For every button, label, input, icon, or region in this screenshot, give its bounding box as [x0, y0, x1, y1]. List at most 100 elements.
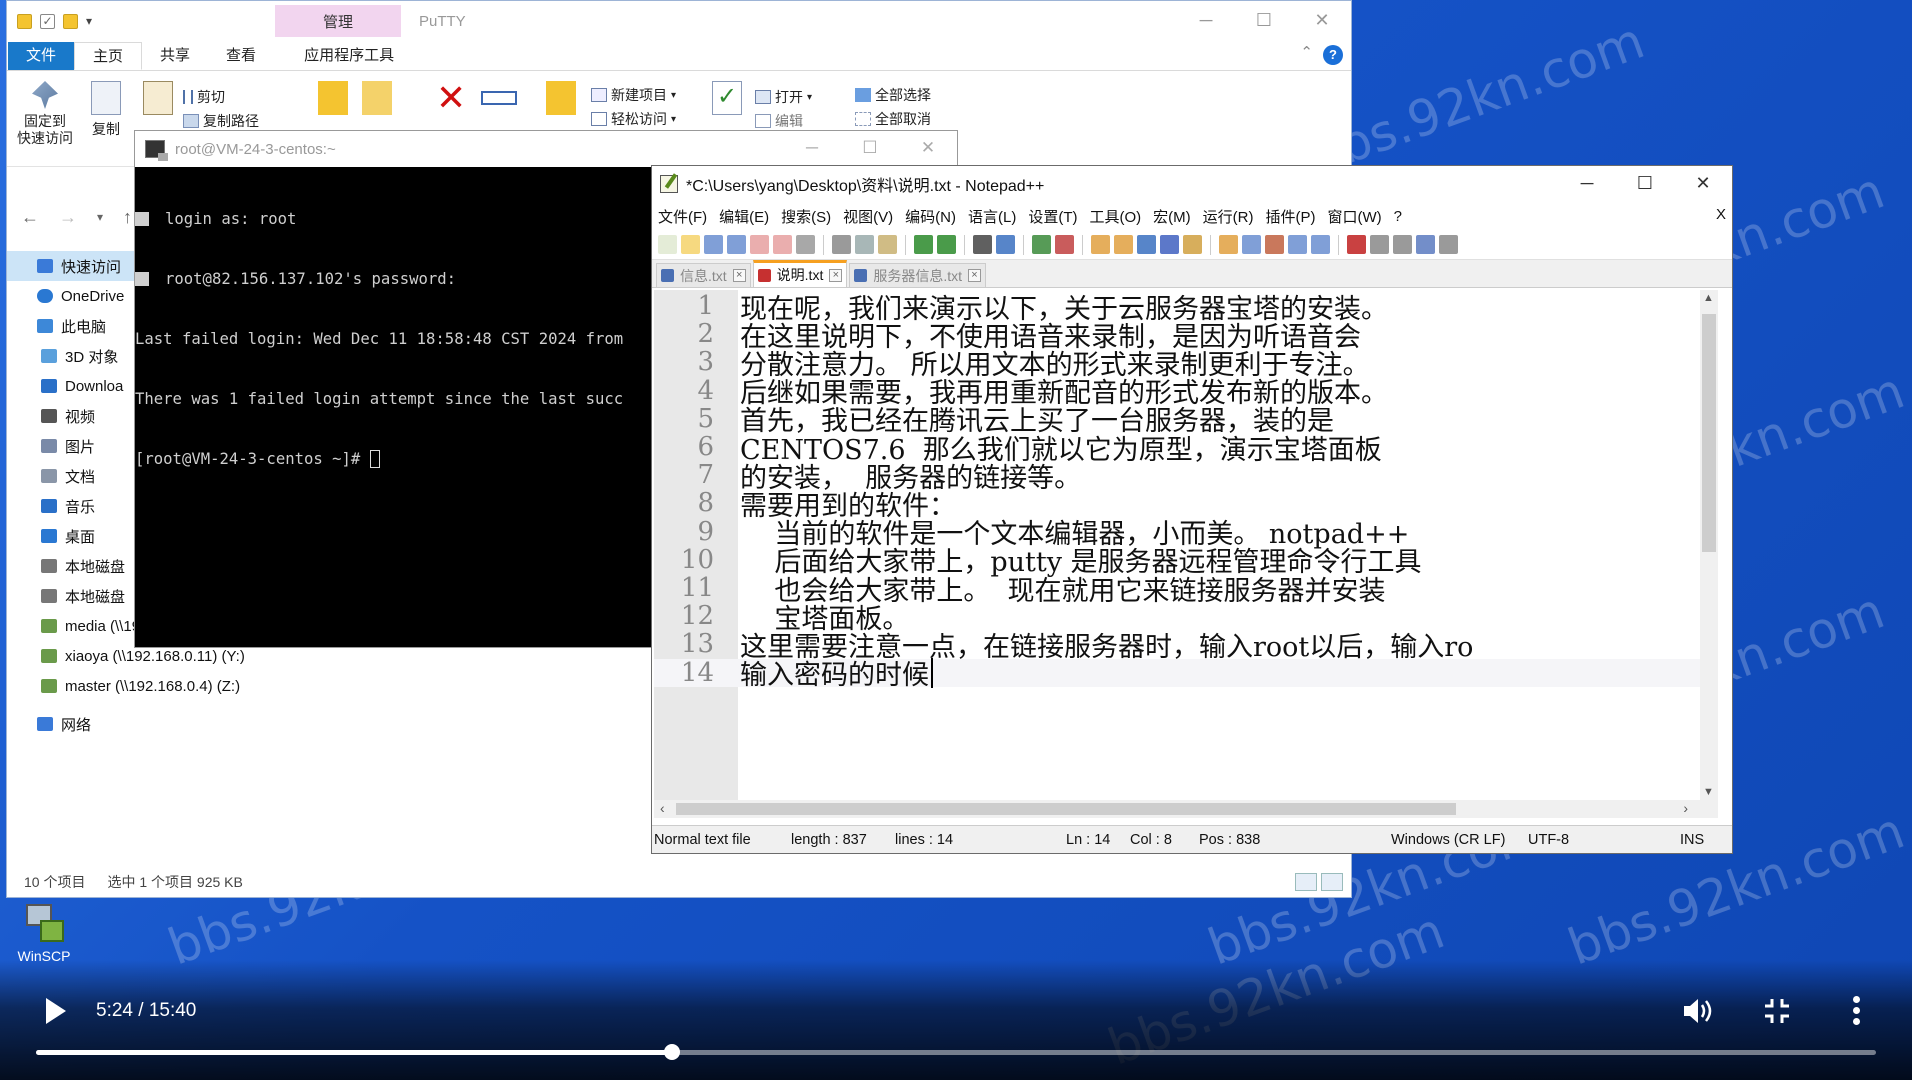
- tab-home[interactable]: 主页: [74, 42, 143, 70]
- maximize-button[interactable]: ☐: [1235, 1, 1293, 41]
- forward-arrow-icon[interactable]: →: [59, 207, 77, 228]
- minimize-button[interactable]: ─: [1177, 1, 1235, 41]
- close-tab-icon[interactable]: ×: [968, 269, 982, 282]
- scroll-up-icon[interactable]: ▲: [1703, 292, 1714, 304]
- minimize-button[interactable]: ─: [1558, 166, 1616, 202]
- close-icon[interactable]: [750, 235, 769, 254]
- run-macro-multiple-icon[interactable]: [1416, 235, 1435, 254]
- menu-item[interactable]: 语言(L): [968, 206, 1016, 227]
- cut-icon[interactable]: [832, 235, 851, 254]
- play-icon[interactable]: [46, 998, 66, 1024]
- scroll-right-icon[interactable]: ›: [1683, 800, 1688, 816]
- rename-button[interactable]: [477, 81, 521, 121]
- copy-path-button[interactable]: 复制路径: [183, 111, 259, 131]
- menu-item[interactable]: 编辑(E): [719, 206, 769, 227]
- close-button[interactable]: ✕: [1293, 1, 1351, 41]
- new-item-button[interactable]: 新建项目 ▾: [591, 85, 676, 105]
- chevron-down-icon[interactable]: ▾: [97, 210, 103, 224]
- show-all-chars-icon[interactable]: [1160, 235, 1179, 254]
- tab-share[interactable]: 共享: [142, 42, 208, 70]
- save-all-icon[interactable]: [727, 235, 746, 254]
- cut-button[interactable]: 剪切: [183, 87, 225, 107]
- stop-macro-icon[interactable]: [1370, 235, 1389, 254]
- nav-item[interactable]: master (\\192.168.0.4) (Z:): [7, 671, 307, 701]
- tab-file[interactable]: 文件: [8, 42, 75, 70]
- function-list-icon[interactable]: [1265, 235, 1284, 254]
- text-editor[interactable]: 1 现在呢，我们来演示以下，关于云服务器宝塔的安装。 2 在这里说明下，不使用语音来录…: [654, 290, 1718, 800]
- open-button[interactable]: 打开 ▾: [755, 87, 812, 107]
- play-macro-icon[interactable]: [1393, 235, 1412, 254]
- large-icons-view-icon[interactable]: [1321, 873, 1343, 891]
- close-button[interactable]: ✕: [1674, 166, 1732, 202]
- back-arrow-icon[interactable]: ←: [21, 207, 39, 228]
- maximize-button[interactable]: ☐: [1616, 166, 1674, 202]
- delete-button[interactable]: ✕: [431, 81, 471, 121]
- sync-horizontal-icon[interactable]: [1114, 235, 1133, 254]
- menu-item[interactable]: 文件(F): [658, 206, 707, 227]
- sync-vertical-icon[interactable]: [1091, 235, 1110, 254]
- volume-icon[interactable]: [1682, 996, 1714, 1026]
- up-arrow-icon[interactable]: ↑: [123, 207, 132, 228]
- copy-button[interactable]: 复制: [83, 81, 129, 139]
- close-tab-icon[interactable]: ×: [829, 268, 843, 282]
- menu-item[interactable]: 搜索(S): [781, 206, 831, 227]
- exit-fullscreen-icon[interactable]: [1764, 998, 1790, 1024]
- undo-icon[interactable]: [914, 235, 933, 254]
- menu-item[interactable]: 宏(M): [1153, 206, 1191, 227]
- paste-icon[interactable]: [878, 235, 897, 254]
- progress-handle[interactable]: [664, 1044, 681, 1060]
- menu-item[interactable]: 工具(O): [1089, 206, 1141, 227]
- paste-button[interactable]: [135, 81, 181, 121]
- properties-button[interactable]: ✓: [707, 81, 747, 121]
- folder-icon[interactable]: [17, 13, 32, 29]
- horizontal-scrollbar[interactable]: ‹ ›: [654, 800, 1718, 818]
- save-macro-icon[interactable]: [1439, 235, 1458, 254]
- checkbox-icon[interactable]: ✓: [40, 13, 55, 29]
- menu-item[interactable]: 运行(R): [1203, 206, 1254, 227]
- menu-item[interactable]: 窗口(W): [1327, 206, 1381, 227]
- encoding[interactable]: UTF-8: [1528, 832, 1569, 848]
- new-file-icon[interactable]: [658, 235, 677, 254]
- copy-icon[interactable]: [855, 235, 874, 254]
- close-all-icon[interactable]: [773, 235, 792, 254]
- document-tab[interactable]: 服务器信息.txt ×: [849, 263, 987, 287]
- find-icon[interactable]: [973, 235, 992, 254]
- copy-to-button[interactable]: [357, 81, 397, 121]
- eol-format[interactable]: Windows (CR LF): [1391, 832, 1505, 848]
- scroll-left-icon[interactable]: ‹: [660, 800, 665, 816]
- close-document-button[interactable]: X: [1716, 206, 1726, 223]
- redo-icon[interactable]: [937, 235, 956, 254]
- document-tab[interactable]: 说明.txt ×: [752, 260, 848, 287]
- select-none-button[interactable]: 全部取消: [855, 109, 931, 129]
- progress-track[interactable]: [36, 1044, 1876, 1060]
- zoom-in-icon[interactable]: [1032, 235, 1051, 254]
- close-button[interactable]: ✕: [899, 131, 957, 167]
- edit-button[interactable]: 编辑: [755, 111, 803, 131]
- menu-item[interactable]: ?: [1394, 208, 1402, 225]
- maximize-button[interactable]: ☐: [841, 131, 899, 167]
- minimize-button[interactable]: ─: [783, 131, 841, 167]
- folder-workspace-icon[interactable]: [1219, 235, 1238, 254]
- scrollbar-thumb[interactable]: [1702, 314, 1716, 552]
- tab-view[interactable]: 查看: [208, 42, 274, 70]
- menu-item[interactable]: 设置(T): [1028, 206, 1077, 227]
- word-wrap-icon[interactable]: [1137, 235, 1156, 254]
- zoom-out-icon[interactable]: [1055, 235, 1074, 254]
- details-view-icon[interactable]: [1295, 873, 1317, 891]
- tab-manage[interactable]: 管理: [275, 5, 401, 37]
- winscp-shortcut[interactable]: WinSCP: [14, 902, 74, 964]
- record-macro-icon[interactable]: [1347, 235, 1366, 254]
- monitor-icon[interactable]: [1311, 235, 1330, 254]
- menu-item[interactable]: 编码(N): [905, 206, 956, 227]
- doc-map-icon[interactable]: [1242, 235, 1261, 254]
- move-to-button[interactable]: [313, 81, 353, 121]
- folder-icon[interactable]: [63, 13, 78, 29]
- more-options-icon[interactable]: [1853, 996, 1861, 1026]
- close-tab-icon[interactable]: ×: [732, 269, 746, 282]
- menu-item[interactable]: 视图(V): [843, 206, 893, 227]
- replace-icon[interactable]: [996, 235, 1015, 254]
- select-all-button[interactable]: 全部选择: [855, 85, 931, 105]
- chevron-down-icon[interactable]: ▾: [86, 14, 92, 28]
- indent-guide-icon[interactable]: [1183, 235, 1202, 254]
- open-file-icon[interactable]: [681, 235, 700, 254]
